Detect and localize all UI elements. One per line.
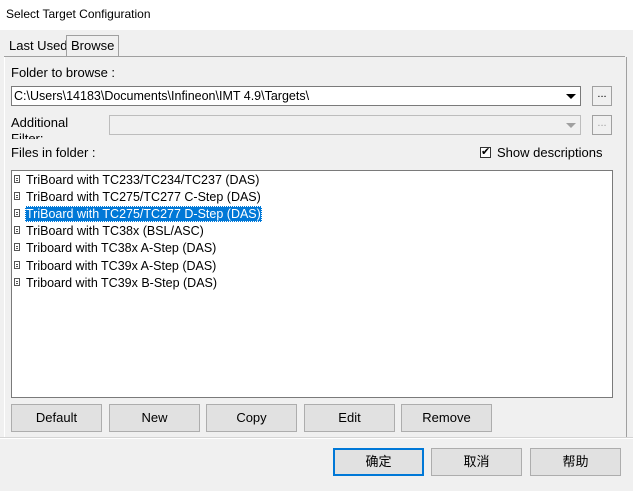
document-icon [14, 243, 20, 251]
show-descriptions-label[interactable]: Show descriptions [497, 145, 603, 160]
chevron-down-icon[interactable] [564, 90, 577, 103]
check-icon: ✔ [481, 146, 491, 158]
chevron-down-icon [564, 119, 577, 132]
list-item-label: TriBoard with TC233/TC234/TC237 (DAS) [26, 173, 260, 187]
copy-button[interactable]: Copy [206, 404, 297, 432]
list-item-label: Triboard with TC39x B-Step (DAS) [26, 276, 218, 290]
remove-button[interactable]: Remove [401, 404, 492, 432]
list-item-label: Triboard with TC39x A-Step (DAS) [26, 259, 217, 273]
list-item-label: TriBoard with TC275/TC277 C-Step (DAS) [26, 190, 261, 204]
document-icon [14, 209, 20, 217]
files-label: Files in folder : [11, 145, 96, 160]
window-title: Select Target Configuration [6, 7, 151, 21]
additional-filter-button: ... [592, 115, 612, 135]
cancel-button[interactable]: 取消 [431, 448, 522, 476]
ok-button[interactable]: 确定 [333, 448, 424, 476]
edit-button[interactable]: Edit [304, 404, 395, 432]
additional-filter-label-line2: Filter: [11, 131, 44, 139]
footer-separator-highlight [0, 438, 633, 439]
tab-last-used[interactable]: Last Used [5, 36, 72, 56]
document-icon [14, 192, 20, 200]
default-button[interactable]: Default [11, 404, 102, 432]
show-descriptions-checkbox[interactable]: ✔ [480, 146, 491, 158]
new-button[interactable]: New [109, 404, 200, 432]
document-icon [14, 278, 20, 286]
tab-browse[interactable]: Browse [66, 35, 120, 57]
list-item-label: TriBoard with TC38x (BSL/ASC) [26, 224, 204, 238]
additional-filter-label-clip: Filter: [11, 131, 44, 139]
folder-label: Folder to browse : [11, 65, 116, 80]
document-icon [14, 226, 20, 234]
title-bar: Select Target Configuration [0, 0, 633, 30]
folder-value: C:\Users\14183\Documents\Infineon\IMT 4.… [14, 89, 310, 103]
document-icon [14, 261, 20, 269]
list-item-label: TriBoard with TC275/TC277 D-Step (DAS) [25, 206, 262, 222]
additional-filter-combobox [109, 115, 581, 135]
browse-folder-button[interactable]: ... [592, 86, 612, 106]
folder-combobox[interactable]: C:\Users\14183\Documents\Infineon\IMT 4.… [11, 86, 581, 106]
files-list[interactable]: TriBoard with TC233/TC234/TC237 (DAS) Tr… [11, 170, 613, 398]
additional-filter-label-line1: Additional [11, 115, 69, 130]
additional-filter-label: Additional [11, 115, 68, 130]
help-button[interactable]: 帮助 [530, 448, 621, 476]
document-icon [14, 175, 20, 183]
list-item-label: Triboard with TC38x A-Step (DAS) [26, 241, 217, 255]
